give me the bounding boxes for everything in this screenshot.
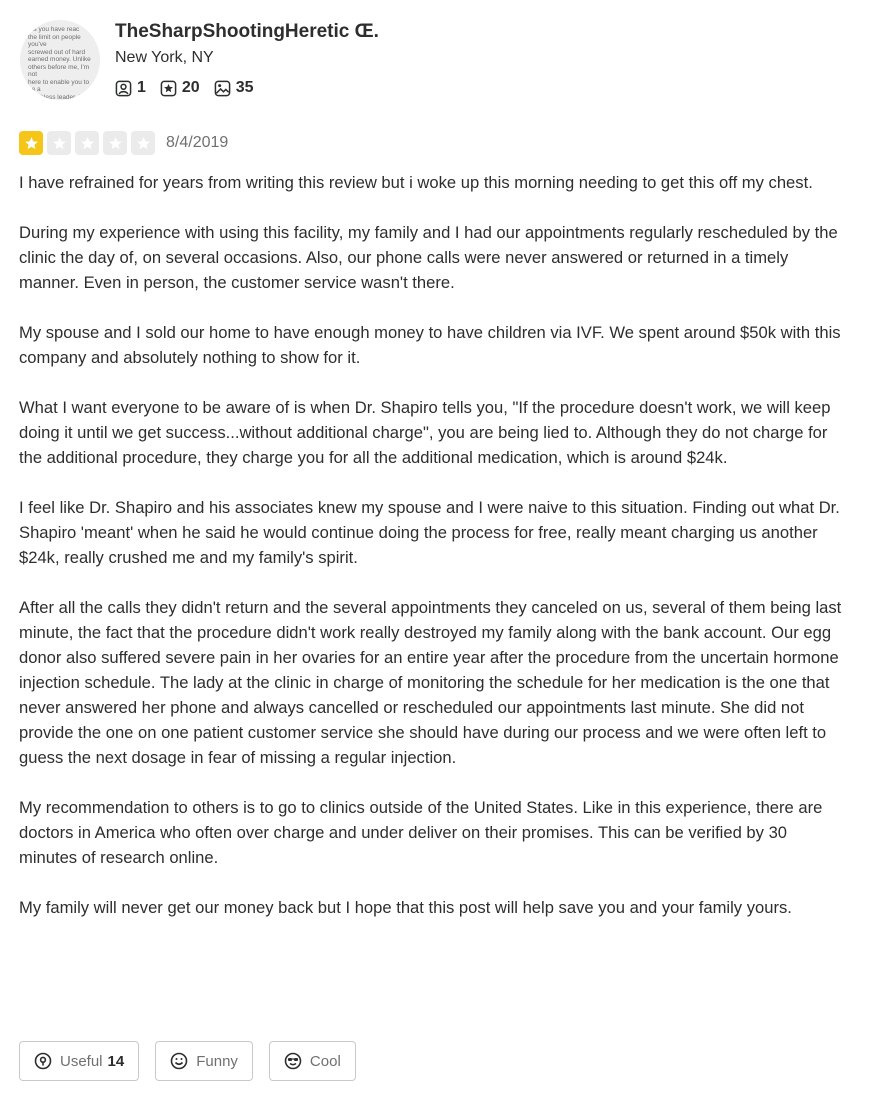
cool-button[interactable]: Cool: [268, 1041, 356, 1081]
user-name-link[interactable]: TheSharpShootingHeretic Œ.: [115, 21, 379, 43]
star-empty: [131, 131, 155, 155]
review-date: 8/4/2019: [166, 134, 229, 151]
useful-button[interactable]: Useful 14: [19, 1041, 140, 1081]
user-avatar[interactable]: ...s you have reac the limit on people y…: [20, 20, 100, 100]
avatar-image-text: ...s you have reac the limit on people y…: [28, 26, 91, 100]
star-empty: [75, 131, 99, 155]
review-paragraph: What I want everyone to be aware of is w…: [19, 398, 831, 467]
funny-button[interactable]: Funny: [155, 1041, 253, 1081]
star-icon: [24, 136, 38, 149]
review-paragraph: After all the calls they didn't return a…: [19, 598, 842, 767]
friends-count: 1: [137, 79, 146, 96]
review-paragraph: My spouse and I sold our home to have en…: [19, 323, 841, 367]
star-icon: [108, 136, 122, 149]
reaction-buttons: Useful 14 Funny Cool: [19, 1041, 372, 1081]
photos-icon: [214, 80, 231, 96]
star-icon: [80, 136, 94, 149]
cool-label: Cool: [309, 1052, 341, 1070]
star-empty: [47, 131, 71, 155]
review-paragraph: My family will never get our money back …: [19, 898, 792, 917]
review-paragraph: I have refrained for years from writing …: [19, 173, 813, 192]
reviews-icon: [160, 80, 177, 96]
star-icon: [136, 136, 150, 149]
review-paragraph: During my experience with using this fac…: [19, 223, 838, 292]
star-rating: [19, 131, 159, 155]
rating-row: 8/4/2019: [19, 131, 228, 155]
star-icon: [52, 136, 66, 149]
user-location: New York, NY: [115, 49, 214, 66]
star-filled: [19, 131, 43, 155]
star-empty: [103, 131, 127, 155]
friends-stat: 1: [115, 79, 146, 97]
photos-count: 35: [235, 79, 254, 96]
useful-label: Useful: [60, 1052, 103, 1070]
photos-stat: 35: [214, 79, 254, 97]
review-paragraph: I feel like Dr. Shapiro and his associat…: [19, 498, 840, 567]
review-paragraph: My recommendation to others is to go to …: [19, 798, 823, 867]
review-card: ...s you have reac the limit on people y…: [0, 0, 871, 1114]
lightbulb-icon: [34, 1052, 52, 1070]
sunglasses-icon: [284, 1052, 302, 1070]
useful-count: 14: [107, 1052, 125, 1070]
reviews-count: 20: [181, 79, 200, 96]
funny-label: Funny: [196, 1052, 238, 1070]
review-text: I have refrained for years from writing …: [19, 170, 849, 945]
reviews-stat: 20: [160, 79, 200, 97]
smiley-icon: [170, 1052, 188, 1070]
user-stats: 1 20 35: [115, 79, 268, 97]
friends-icon: [115, 80, 132, 96]
